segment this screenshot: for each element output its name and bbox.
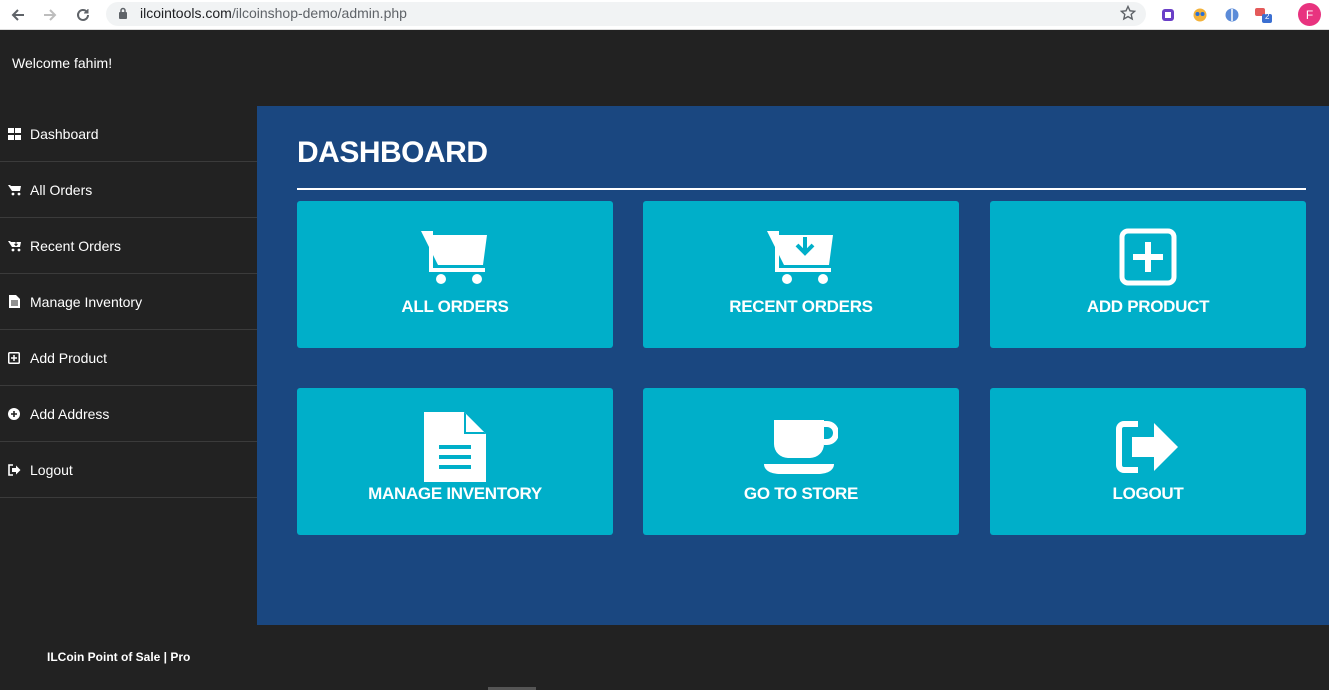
plus-square-icon	[1119, 227, 1177, 287]
tile-label: LOGOUT	[1112, 484, 1184, 503]
sidebar-item-add-address[interactable]: Add Address	[0, 386, 257, 442]
dashboard-panel: DASHBOARD ALL ORDERS RECENT ORDERS ADD P…	[257, 106, 1329, 625]
tile-go-to-store[interactable]: GO TO STORE	[643, 388, 959, 535]
sidebar-item-dashboard[interactable]: Dashboard	[0, 106, 257, 162]
dashboard-grid-icon	[7, 127, 21, 141]
coffee-cup-icon	[764, 414, 838, 474]
footer-text: ILCoin Point of Sale | Pro	[47, 650, 191, 664]
tile-label: MANAGE INVENTORY	[368, 484, 542, 503]
extension-3[interactable]	[1221, 4, 1243, 26]
logout-icon	[7, 463, 21, 477]
address-bar[interactable]: ilcointools.com/ilcoinshop-demo/admin.ph…	[106, 2, 1146, 26]
lock-icon	[119, 7, 127, 19]
back-button[interactable]	[6, 3, 30, 27]
extension-4[interactable]: 2	[1253, 4, 1275, 26]
cart-icon	[421, 227, 489, 287]
cart-download-icon	[7, 239, 21, 253]
sidebar-item-label: Manage Inventory	[30, 293, 143, 310]
document-icon	[7, 295, 21, 309]
arrow-left-icon	[11, 9, 24, 21]
tile-label: GO TO STORE	[743, 484, 859, 503]
tile-add-product[interactable]: ADD PRODUCT	[990, 201, 1306, 348]
extension-badge-count: 2	[1265, 12, 1270, 21]
extension-globe-icon	[1225, 8, 1239, 22]
sidebar-item-label: Logout	[30, 461, 73, 478]
profile-avatar[interactable]: F	[1298, 3, 1321, 26]
sidebar-item-label: All Orders	[30, 181, 93, 198]
tile-all-orders[interactable]: ALL ORDERS	[297, 201, 613, 348]
welcome-message: Welcome fahim!	[12, 55, 113, 71]
tile-logout[interactable]: LOGOUT	[990, 388, 1306, 535]
sidebar-item-manage-inventory[interactable]: Manage Inventory	[0, 274, 257, 330]
browser-toolbar: ilcointools.com/ilcoinshop-demo/admin.ph…	[0, 0, 1329, 30]
plus-square-icon	[7, 351, 21, 365]
url-text: ilcointools.com/ilcoinshop-demo/admin.ph…	[140, 5, 407, 21]
logout-icon	[1116, 414, 1180, 474]
sidebar-item-logout[interactable]: Logout	[0, 442, 257, 498]
extension-puzzle-icon	[1162, 9, 1174, 21]
sidebar-item-add-product[interactable]: Add Product	[0, 330, 257, 386]
extension-2[interactable]	[1189, 4, 1211, 26]
tile-label: ADD PRODUCT	[1086, 297, 1210, 316]
extension-badge-icon	[1255, 8, 1272, 23]
bookmark-star-icon[interactable]	[1120, 5, 1136, 21]
tile-label: ALL ORDERS	[401, 297, 509, 316]
cart-icon	[7, 183, 21, 197]
sidebar-item-all-orders[interactable]: All Orders	[0, 162, 257, 218]
sidebar-item-label: Add Product	[30, 349, 108, 366]
tile-label: RECENT ORDERS	[729, 297, 873, 316]
url-host: ilcointools.com	[140, 5, 232, 21]
document-icon	[424, 412, 486, 482]
tile-manage-inventory[interactable]: MANAGE INVENTORY	[297, 388, 613, 535]
extension-1[interactable]	[1157, 4, 1179, 26]
plus-circle-icon	[7, 407, 21, 421]
sidebar-item-label: Dashboard	[30, 125, 99, 142]
arrow-right-icon	[44, 9, 57, 21]
extension-face-icon	[1193, 8, 1207, 22]
forward-button[interactable]	[38, 3, 62, 27]
sidebar: Dashboard All Orders Recent Orders Manag…	[0, 106, 257, 498]
tile-recent-orders[interactable]: RECENT ORDERS	[643, 201, 959, 348]
reload-button[interactable]	[71, 3, 95, 27]
sidebar-item-label: Recent Orders	[30, 237, 122, 254]
sidebar-item-recent-orders[interactable]: Recent Orders	[0, 218, 257, 274]
cart-download-icon	[767, 227, 835, 287]
reload-icon	[77, 8, 89, 21]
sidebar-item-label: Add Address	[30, 405, 110, 422]
title-divider	[297, 188, 1306, 190]
page-title: DASHBOARD	[297, 136, 488, 169]
url-path: /ilcoinshop-demo/admin.php	[231, 5, 407, 21]
